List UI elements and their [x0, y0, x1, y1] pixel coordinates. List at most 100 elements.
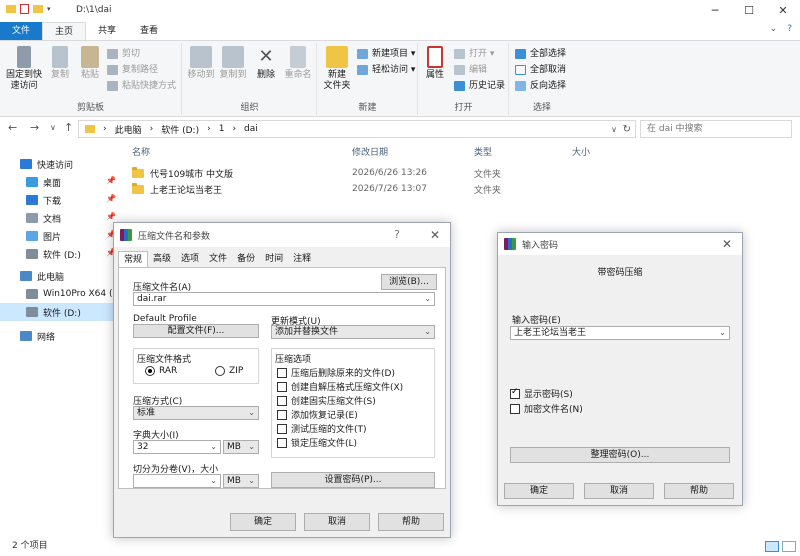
update-mode-select[interactable]: 添加并替换文件 ⌄: [271, 325, 435, 339]
back-arrow-icon[interactable]: ←: [8, 121, 17, 134]
copy-to-button[interactable]: 复制到: [217, 46, 249, 81]
tab-backup[interactable]: 备份: [232, 251, 260, 267]
cancel-button[interactable]: 取消: [304, 513, 370, 531]
tab-view[interactable]: 查看: [128, 22, 170, 40]
help-button[interactable]: 帮助: [664, 483, 734, 499]
properties-button[interactable]: 属性: [423, 46, 447, 81]
option-recovery-record[interactable]: 添加恢复记录(E): [277, 408, 358, 421]
split-size-field[interactable]: ⌄: [133, 474, 221, 488]
minimize-button[interactable]: ─: [698, 0, 732, 22]
compression-method-select[interactable]: 标准 ⌄: [133, 406, 259, 420]
select-all-button[interactable]: 全部选择: [514, 47, 566, 61]
close-button[interactable]: ✕: [766, 0, 800, 22]
properties-icon[interactable]: [20, 4, 29, 14]
set-password-button[interactable]: 设置密码(P)...: [271, 472, 435, 488]
show-password-checkbox[interactable]: 显示密码(S): [510, 387, 573, 400]
copy-path-button[interactable]: 复制路径: [106, 63, 158, 77]
ok-button[interactable]: 确定: [504, 483, 574, 499]
tab-file[interactable]: 文件: [0, 22, 43, 40]
maximize-button[interactable]: ☐: [732, 0, 766, 22]
column-header-size[interactable]: 大小: [572, 145, 590, 158]
format-rar-radio[interactable]: RAR: [145, 366, 177, 376]
nav-network[interactable]: 网络: [20, 327, 55, 345]
option-delete-after[interactable]: 压缩后删除原来的文件(D): [277, 366, 395, 379]
tab-files[interactable]: 文件: [204, 251, 232, 267]
cut-button[interactable]: 剪切: [106, 47, 140, 61]
paste-shortcut-button[interactable]: 粘贴快捷方式: [106, 79, 176, 93]
details-view-icon[interactable]: [765, 541, 779, 552]
move-to-button[interactable]: 移动到: [185, 46, 217, 81]
customize-chevron-icon[interactable]: ▾: [47, 5, 51, 13]
recent-chevron-icon[interactable]: ∨: [50, 123, 56, 132]
cancel-button[interactable]: 取消: [584, 483, 654, 499]
pin-quick-access-button[interactable]: 固定到快 速访问: [4, 46, 44, 92]
tab-share[interactable]: 共享: [86, 22, 128, 40]
easy-access-button[interactable]: 轻松访问 ▾: [356, 63, 415, 77]
column-header-type[interactable]: 类型: [474, 145, 492, 158]
paste-button[interactable]: 粘贴: [78, 46, 102, 81]
option-solid[interactable]: 创建固实压缩文件(S): [277, 394, 376, 407]
profiles-button[interactable]: 配置文件(F)...: [133, 324, 259, 338]
new-item-button[interactable]: 新建项目 ▾: [356, 47, 415, 61]
column-header-date[interactable]: 修改日期: [352, 145, 388, 158]
option-lock[interactable]: 锁定压缩文件(L): [277, 436, 357, 449]
breadcrumb-1[interactable]: 1: [219, 124, 225, 134]
tab-home[interactable]: 主页: [42, 22, 87, 40]
nav-pictures[interactable]: 图片: [26, 227, 61, 245]
option-test[interactable]: 测试压缩的文件(T): [277, 422, 367, 435]
large-icons-view-icon[interactable]: [782, 541, 796, 552]
nav-drive-d-quick[interactable]: 软件 (D:): [26, 245, 81, 263]
refresh-icon[interactable]: ↻: [623, 124, 631, 135]
copy-button[interactable]: 复制: [48, 46, 72, 81]
breadcrumb-drive-d[interactable]: 软件 (D:): [161, 123, 199, 136]
up-arrow-icon[interactable]: ↑: [64, 121, 73, 134]
nav-downloads[interactable]: 下载: [26, 191, 61, 209]
nav-documents[interactable]: 文档: [26, 209, 61, 227]
breadcrumb-this-pc[interactable]: 此电脑: [115, 123, 142, 136]
tab-options[interactable]: 选项: [176, 251, 204, 267]
new-folder-button[interactable]: 新建 文件夹: [322, 46, 352, 92]
open-button[interactable]: 打开 ▾: [453, 47, 494, 61]
forward-arrow-icon[interactable]: →: [30, 121, 39, 134]
ok-button[interactable]: 确定: [230, 513, 296, 531]
option-sfx[interactable]: 创建自解压格式压缩文件(X): [277, 380, 403, 393]
tab-time[interactable]: 时间: [260, 251, 288, 267]
nav-desktop[interactable]: 桌面: [26, 173, 61, 191]
close-icon[interactable]: ✕: [430, 228, 440, 242]
table-row[interactable]: 上老王论坛当老王 2026/7/26 13:07 文件夹: [132, 181, 501, 197]
select-none-button[interactable]: 全部取消: [514, 63, 566, 77]
close-icon[interactable]: ✕: [722, 237, 732, 251]
encrypt-names-checkbox[interactable]: 加密文件名(N): [510, 402, 583, 415]
column-header-name[interactable]: 名称: [132, 145, 150, 158]
search-input[interactable]: 在 dai 中搜索: [640, 120, 792, 138]
dictionary-size-select[interactable]: 32 ⌄: [133, 440, 221, 454]
tab-general[interactable]: 常规: [118, 251, 149, 267]
invert-selection-button[interactable]: 反向选择: [514, 79, 566, 93]
password-input[interactable]: 上老王论坛当老王 ⌄: [510, 326, 730, 340]
edit-button[interactable]: 编辑: [453, 63, 487, 77]
new-folder-icon[interactable]: [33, 5, 43, 13]
delete-button[interactable]: ✕ 删除: [255, 46, 277, 81]
table-row[interactable]: 代号109城市 中文版 2026/6/26 13:26 文件夹: [132, 165, 501, 181]
tab-advanced[interactable]: 高级: [148, 251, 176, 267]
breadcrumb-dai[interactable]: dai: [244, 124, 258, 134]
nav-this-pc[interactable]: 此电脑: [20, 267, 64, 285]
dictionary-unit-select[interactable]: MB ⌄: [223, 440, 259, 454]
help-icon[interactable]: ?: [394, 228, 400, 241]
history-button[interactable]: 历史记录: [453, 79, 505, 93]
nav-drive-d[interactable]: 软件 (D:): [0, 303, 116, 321]
organize-passwords-button[interactable]: 整理密码(O)...: [510, 447, 730, 463]
split-unit-select[interactable]: MB ⌄: [223, 474, 259, 488]
tab-comment[interactable]: 注释: [288, 251, 316, 267]
rename-button[interactable]: 重命名: [283, 46, 313, 81]
browse-button[interactable]: 浏览(B)...: [381, 274, 437, 290]
address-field[interactable]: › 此电脑 › 软件 (D:) › 1 › dai ∨ ↻: [78, 120, 636, 138]
help-button[interactable]: 帮助: [378, 513, 444, 531]
address-dropdown-icon[interactable]: ∨: [611, 125, 617, 134]
nav-drive-c[interactable]: Win10Pro X64 (C:: [26, 285, 122, 303]
format-zip-radio[interactable]: ZIP: [215, 366, 243, 376]
help-icon[interactable]: ?: [787, 24, 792, 34]
chevron-down-icon[interactable]: ⌄: [770, 24, 778, 34]
nav-quick-access[interactable]: 快速访问: [20, 155, 73, 173]
archive-name-field[interactable]: dai.rar ⌄: [133, 292, 435, 306]
